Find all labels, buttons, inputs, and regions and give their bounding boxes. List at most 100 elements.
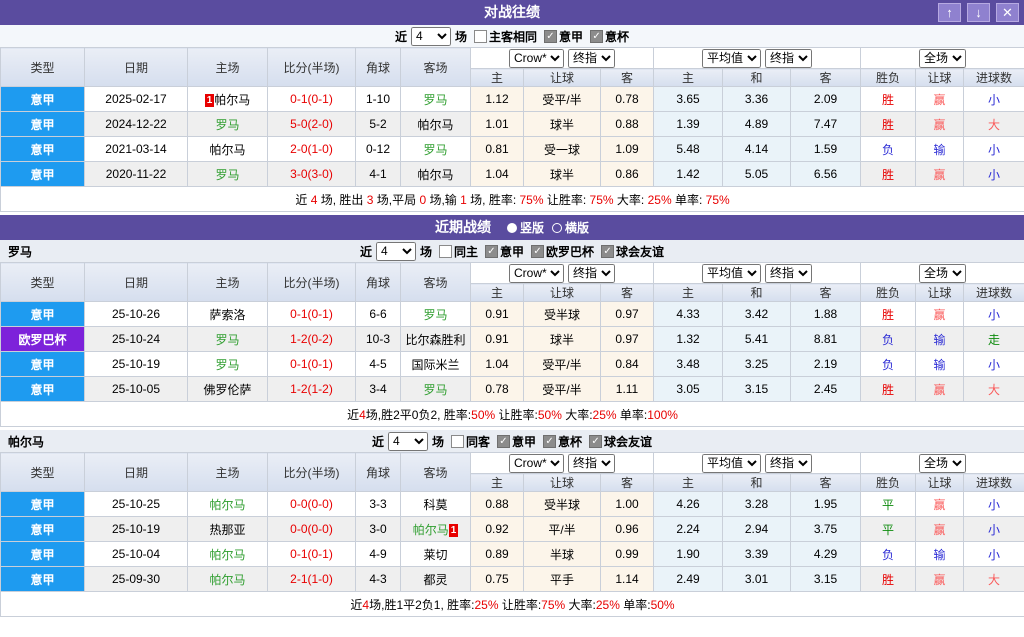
odds-cell: 0.91	[471, 327, 524, 352]
table-row: 意甲2021-03-14帕尔马2-0(1-0)0-12罗马0.81受一球1.09…	[1, 137, 1024, 162]
team-label: 罗马	[215, 333, 239, 347]
odds-cell: 1.04	[471, 352, 524, 377]
odds-cell: 0.78	[471, 377, 524, 402]
column-select[interactable]: Crow*	[509, 454, 564, 473]
odds-cell: 受平/半	[524, 352, 601, 377]
layout-radio-label: 横版	[565, 221, 589, 235]
filter-checkbox-label: 意甲	[500, 243, 524, 260]
filter-checkbox[interactable]: ✓	[497, 435, 510, 448]
team-label: 帕尔马	[413, 523, 449, 537]
filter-checkbox[interactable]: ✓	[589, 435, 602, 448]
filter-checkbox[interactable]: ✓	[601, 245, 614, 258]
games-label: 场	[455, 28, 467, 45]
match-count-select[interactable]: 4	[388, 432, 428, 451]
scroll-up-button[interactable]: ↑	[938, 3, 961, 22]
column-group-1: 平均值终指	[654, 453, 861, 474]
near-label: 近	[395, 28, 407, 45]
column-header: 客场	[401, 453, 471, 492]
away-team-cell: 莱切	[401, 542, 471, 567]
result-cell: 赢	[916, 567, 964, 592]
column-header: 进球数	[964, 474, 1024, 492]
column-group-2: 全场	[861, 263, 1024, 284]
odds-cell: 1.09	[601, 137, 654, 162]
table-row: 欧罗巴杯25-10-24罗马1-2(0-2)10-3比尔森胜利0.91球半0.9…	[1, 327, 1024, 352]
corner-cell: 4-3	[356, 567, 401, 592]
filter-checkbox[interactable]: ✓	[590, 30, 603, 43]
home-team-cell: 罗马	[188, 352, 268, 377]
odds-cell: 5.48	[654, 137, 723, 162]
filter-checkbox[interactable]	[451, 435, 464, 448]
column-select[interactable]: 终指	[765, 454, 812, 473]
summary-segment: 场, 胜出	[317, 193, 366, 207]
column-header: 和	[723, 69, 791, 87]
corner-cell: 10-3	[356, 327, 401, 352]
result-cell: 小	[964, 162, 1024, 187]
column-select[interactable]: 终指	[568, 454, 615, 473]
filter-checkbox-label: 同主	[454, 243, 478, 260]
odds-cell: 2.09	[791, 87, 861, 112]
column-select[interactable]: 全场	[919, 454, 966, 473]
odds-cell: 4.26	[654, 492, 723, 517]
odds-cell: 球半	[524, 112, 601, 137]
corner-cell: 3-0	[356, 517, 401, 542]
filter-checkbox-label: 主客相同	[489, 28, 537, 45]
date-cell: 25-10-25	[85, 492, 188, 517]
table-row: 意甲25-09-30帕尔马2-1(1-0)4-3都灵0.75平手1.142.49…	[1, 567, 1024, 592]
result-cell: 走	[964, 327, 1024, 352]
odds-cell: 受平/半	[524, 87, 601, 112]
layout-radio[interactable]	[552, 223, 562, 233]
column-select[interactable]: 终指	[568, 49, 615, 68]
corner-cell: 1-10	[356, 87, 401, 112]
filter-checkbox[interactable]: ✓	[544, 30, 557, 43]
filter-checkbox[interactable]	[474, 30, 487, 43]
corner-cell: 3-3	[356, 492, 401, 517]
odds-cell: 2.24	[654, 517, 723, 542]
home-team-cell: 佛罗伦萨	[188, 377, 268, 402]
result-cell: 小	[964, 542, 1024, 567]
column-select[interactable]: Crow*	[509, 264, 564, 283]
summary-segment: 场,平局	[373, 193, 419, 207]
result-cell: 赢	[916, 302, 964, 327]
result-cell: 小	[964, 352, 1024, 377]
result-cell: 小	[964, 87, 1024, 112]
match-count-select[interactable]: 4	[376, 242, 416, 261]
column-header: 胜负	[861, 284, 916, 302]
column-select[interactable]: Crow*	[509, 49, 564, 68]
column-select[interactable]: 全场	[919, 49, 966, 68]
odds-cell: 球半	[524, 162, 601, 187]
column-select[interactable]: 终指	[568, 264, 615, 283]
result-cell: 赢	[916, 162, 964, 187]
away-team-cell: 罗马	[401, 87, 471, 112]
date-cell: 25-10-19	[85, 517, 188, 542]
games-label: 场	[432, 433, 444, 450]
summary-segment: 25%	[593, 408, 617, 422]
summary-segment: 单率:	[620, 598, 651, 612]
odds-cell: 3.48	[654, 352, 723, 377]
column-select[interactable]: 终指	[765, 264, 812, 283]
column-select[interactable]: 终指	[765, 49, 812, 68]
team-label: 比尔森胜利	[405, 333, 465, 347]
odds-cell: 1.39	[654, 112, 723, 137]
date-cell: 25-10-05	[85, 377, 188, 402]
summary-segment: 25%	[474, 598, 498, 612]
column-header: 客场	[401, 48, 471, 87]
summary-segment: 大率:	[562, 408, 593, 422]
column-header: 客	[601, 284, 654, 302]
team-label: 帕尔马	[209, 573, 245, 587]
column-select[interactable]: 平均值	[702, 264, 761, 283]
scroll-down-button[interactable]: ↓	[967, 3, 990, 22]
layout-radio[interactable]	[507, 223, 517, 233]
column-select[interactable]: 全场	[919, 264, 966, 283]
filter-checkbox[interactable]: ✓	[531, 245, 544, 258]
close-button[interactable]: ✕	[996, 3, 1019, 22]
result-cell: 负	[861, 352, 916, 377]
near-label: 近	[360, 243, 372, 260]
filter-checkbox[interactable]: ✓	[543, 435, 556, 448]
league-cell: 意甲	[1, 137, 85, 162]
column-select[interactable]: 平均值	[702, 49, 761, 68]
column-select[interactable]: 平均值	[702, 454, 761, 473]
filter-checkbox[interactable]	[439, 245, 452, 258]
filter-checkbox[interactable]: ✓	[485, 245, 498, 258]
match-count-select[interactable]: 4	[411, 27, 451, 46]
column-header: 进球数	[964, 69, 1024, 87]
